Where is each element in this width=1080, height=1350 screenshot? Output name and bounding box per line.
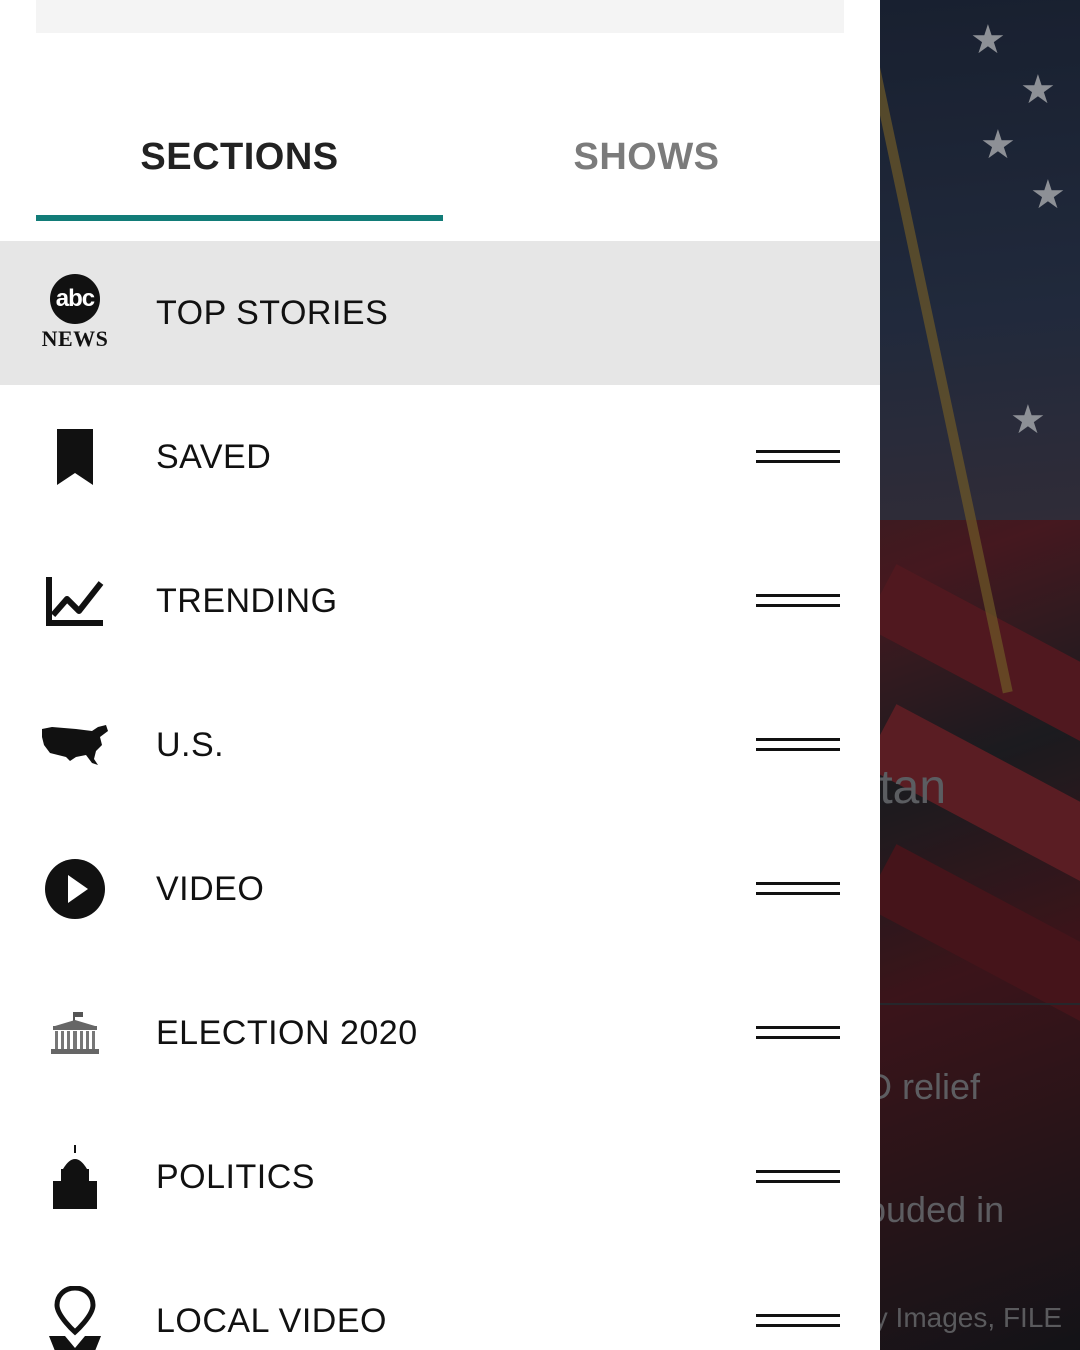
drag-handle-icon[interactable] (756, 1026, 840, 1040)
section-item-top-stories[interactable]: abc NEWS TOP STORIES (0, 241, 880, 385)
capitol-dome-icon (30, 1105, 120, 1249)
abc-news-logo-icon: abc NEWS (30, 241, 120, 385)
section-item-video[interactable]: VIDEO (0, 817, 880, 961)
drag-handle-icon[interactable] (756, 594, 840, 608)
abc-logo-news: NEWS (41, 326, 109, 351)
location-pin-map-icon (30, 1249, 120, 1350)
tab-shows[interactable]: SHOWS (443, 100, 850, 215)
section-label: TRENDING (156, 581, 338, 620)
us-map-icon (30, 673, 120, 817)
section-label: VIDEO (156, 869, 265, 908)
drag-handle-icon[interactable] (756, 882, 840, 896)
section-label: U.S. (156, 725, 225, 764)
section-label: POLITICS (156, 1157, 315, 1196)
section-item-politics[interactable]: POLITICS (0, 1105, 880, 1249)
active-tab-indicator (36, 215, 443, 221)
drag-handle-icon[interactable] (756, 450, 840, 464)
trending-chart-icon (30, 529, 120, 673)
abc-logo-circle: abc (49, 274, 100, 324)
section-label: LOCAL VIDEO (156, 1301, 387, 1340)
drawer-tabs: SECTIONS SHOWS (36, 100, 850, 221)
play-circle-icon (30, 817, 120, 961)
tab-sections[interactable]: SECTIONS (36, 100, 443, 215)
section-item-saved[interactable]: SAVED (0, 385, 880, 529)
section-item-election-2020[interactable]: ELECTION 2020 (0, 961, 880, 1105)
drawer-top-strip (36, 0, 844, 33)
sections-list: abc NEWS TOP STORIES SAVED TRENDING U.S.… (0, 241, 880, 1350)
navigation-drawer: SECTIONS SHOWS abc NEWS TOP STORIES SAVE… (0, 0, 880, 1350)
drag-handle-icon[interactable] (756, 738, 840, 752)
section-label: SAVED (156, 437, 272, 476)
section-label: ELECTION 2020 (156, 1013, 418, 1052)
drag-handle-icon[interactable] (756, 1170, 840, 1184)
bookmark-icon (30, 385, 120, 529)
drag-handle-icon[interactable] (756, 1314, 840, 1328)
section-label: TOP STORIES (156, 293, 389, 332)
section-item-trending[interactable]: TRENDING (0, 529, 880, 673)
section-item-us[interactable]: U.S. (0, 673, 880, 817)
white-house-icon (30, 961, 120, 1105)
section-item-local-video[interactable]: LOCAL VIDEO (0, 1249, 880, 1350)
